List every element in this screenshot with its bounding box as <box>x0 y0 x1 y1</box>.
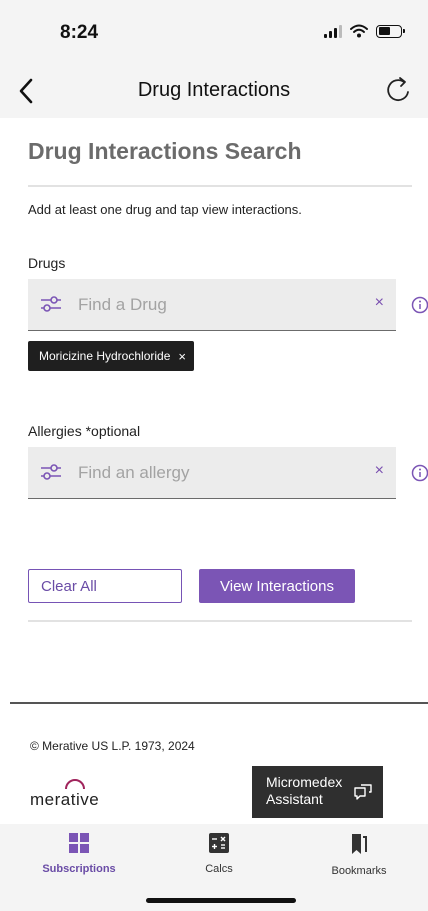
refresh-button[interactable] <box>384 74 412 111</box>
bookmark-icon <box>352 834 367 854</box>
logo-text: merative <box>30 790 100 809</box>
tab-subscriptions[interactable]: Subscriptions <box>19 832 139 875</box>
chat-icon <box>354 784 372 800</box>
grid-icon <box>69 833 89 853</box>
tab-bookmarks[interactable]: Bookmarks <box>299 832 419 877</box>
remove-drug-icon[interactable]: × <box>178 349 186 364</box>
wifi-icon <box>350 24 368 38</box>
clear-all-button[interactable]: Clear All <box>28 569 182 603</box>
merative-logo: merative <box>30 778 120 810</box>
tab-label: Calcs <box>205 863 233 875</box>
search-heading: Drug Interactions Search <box>28 138 302 164</box>
drugs-label: Drugs <box>28 255 66 271</box>
filter-sliders-icon <box>41 464 61 480</box>
filter-sliders-icon <box>41 296 61 312</box>
actions-divider <box>28 620 412 622</box>
status-bar: 8:24 <box>0 0 428 64</box>
copyright-text: © Merative US L.P. 1973, 2024 <box>30 739 195 753</box>
allergies-label: Allergies *optional <box>28 423 141 439</box>
tab-calcs[interactable]: Calcs <box>159 832 279 875</box>
drug-info-icon[interactable] <box>411 296 428 314</box>
drug-search-field[interactable]: × <box>28 279 396 331</box>
calculator-icon <box>209 833 229 853</box>
footer-divider <box>10 702 428 704</box>
navigation-bar: Drug Interactions <box>0 64 428 118</box>
tab-label: Bookmarks <box>331 865 387 877</box>
instruction-text: Add at least one drug and tap view inter… <box>28 202 302 217</box>
selected-drug-name: Moricizine Hydrochloride <box>39 349 171 363</box>
drug-search-input[interactable] <box>78 279 348 331</box>
allergy-search-input[interactable] <box>78 447 348 499</box>
status-time: 8:24 <box>60 22 99 43</box>
view-interactions-button[interactable]: View Interactions <box>199 569 355 603</box>
tab-label: Subscriptions <box>42 863 116 875</box>
battery-icon <box>376 24 405 38</box>
selected-drug-chip[interactable]: Moricizine Hydrochloride × <box>28 341 194 371</box>
status-icons <box>324 24 405 38</box>
drug-clear-button[interactable]: × <box>375 294 384 312</box>
allergy-search-field[interactable]: × <box>28 447 396 499</box>
refresh-icon <box>387 77 409 101</box>
allergy-info-icon[interactable] <box>411 464 428 482</box>
home-indicator <box>146 898 296 903</box>
micromedex-assistant-button[interactable]: Micromedex Assistant <box>252 766 383 818</box>
cellular-signal-icon <box>324 24 342 38</box>
heading-divider <box>28 185 412 187</box>
page-title: Drug Interactions <box>137 79 291 101</box>
merative-arc-icon <box>65 779 85 790</box>
allergy-clear-button[interactable]: × <box>375 462 384 480</box>
